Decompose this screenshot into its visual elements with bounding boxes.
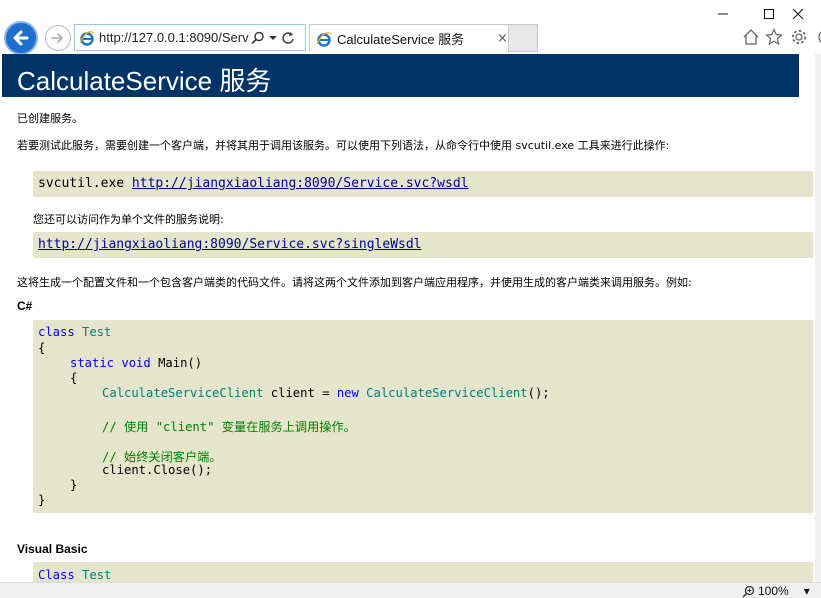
zoom-control[interactable]: 100% ▾	[742, 584, 810, 598]
single-file-text: 您还可以访问作为单个文件的服务说明:	[33, 213, 224, 226]
svcutil-command: svcutil.exe http://jiangxiaoliang:8090/S…	[38, 176, 468, 191]
tab-close-button[interactable]: ×	[497, 31, 508, 46]
vertical-scrollbar[interactable]	[815, 54, 821, 582]
page-content: CalculateService 服务 已创建服务。 若要测试此服务，需要创建一…	[0, 54, 815, 582]
code-line-main-close: }	[70, 478, 78, 492]
minimize-button[interactable]	[700, 0, 746, 28]
forward-button[interactable]	[45, 25, 71, 51]
code-line-class: class Test	[38, 325, 112, 339]
generate-text: 这将生成一个配置文件和一个包含客户端类的代码文件。请将这两个文件添加到客户端应用…	[17, 276, 692, 289]
csharp-heading: C#	[17, 299, 33, 313]
code-line-close-brace: }	[38, 493, 46, 507]
code-line-client-decl: CalculateServiceClient client = new Calc…	[102, 386, 550, 400]
maximize-icon	[764, 9, 774, 19]
zoom-icon	[742, 585, 755, 598]
ie-logo-icon	[79, 30, 95, 46]
created-text: 已创建服务。	[17, 112, 83, 125]
url-text[interactable]: http://127.0.0.1:8090/Servi	[99, 30, 249, 45]
back-button[interactable]	[4, 21, 38, 55]
code-line-main: static void Main()	[70, 356, 203, 370]
search-icon[interactable]	[251, 31, 265, 45]
browser-chrome: http://127.0.0.1:8090/Servi CalculateSer…	[0, 0, 821, 55]
wsdl-link[interactable]: http://jiangxiaoliang:8090/Service.svc?w…	[132, 176, 469, 191]
address-bar[interactable]: http://127.0.0.1:8090/Servi	[74, 24, 306, 51]
forward-arrow-icon	[51, 33, 63, 43]
vb-code-box: Class Test	[33, 562, 813, 582]
single-wsdl-link[interactable]: http://jiangxiaoliang:8090/Service.svc?s…	[38, 237, 422, 252]
intro-text: 若要测试此服务，需要创建一个客户端，并将其用于调用该服务。可以使用下列语法，从命…	[17, 139, 670, 152]
dropdown-icon[interactable]	[269, 34, 277, 42]
zoom-dropdown-icon[interactable]: ▾	[804, 584, 810, 598]
ie-logo-icon	[316, 31, 332, 47]
gear-icon[interactable]	[789, 27, 809, 47]
new-tab-button[interactable]	[509, 24, 538, 52]
single-wsdl-box: http://jiangxiaoliang:8090/Service.svc?s…	[33, 232, 813, 258]
maximize-button[interactable]	[746, 0, 792, 28]
code-line-main-open: {	[70, 371, 78, 385]
refresh-icon[interactable]	[281, 31, 295, 45]
page-title: CalculateService 服务	[17, 66, 272, 96]
vb-heading: Visual Basic	[17, 542, 88, 556]
smile-icon[interactable]	[812, 27, 821, 47]
back-arrow-icon	[13, 30, 29, 46]
csharp-code-box: class Test { static void Main() { Calcul…	[33, 320, 813, 513]
code-line-open-brace: {	[38, 341, 46, 355]
status-bar: 100% ▾	[0, 582, 821, 598]
code-comment-use-client: // 使用 "client" 变量在服务上调用操作。	[102, 420, 356, 434]
zoom-level: 100%	[758, 584, 789, 598]
code-line-close-call: client.Close();	[102, 463, 213, 477]
star-icon[interactable]	[764, 27, 784, 47]
tab-title: CalculateService 服务	[337, 32, 465, 47]
close-icon	[792, 8, 804, 20]
vb-code-line-class: Class Test	[38, 568, 112, 582]
svcutil-exe: svcutil.exe	[38, 176, 132, 191]
svcutil-box: svcutil.exe http://jiangxiaoliang:8090/S…	[33, 171, 813, 197]
heading-band: CalculateService 服务	[2, 54, 799, 97]
close-window-button[interactable]	[792, 0, 821, 28]
home-icon[interactable]	[741, 27, 761, 47]
tab-calculate-service[interactable]: CalculateService 服务 ×	[309, 24, 509, 52]
minimize-icon	[718, 13, 728, 15]
